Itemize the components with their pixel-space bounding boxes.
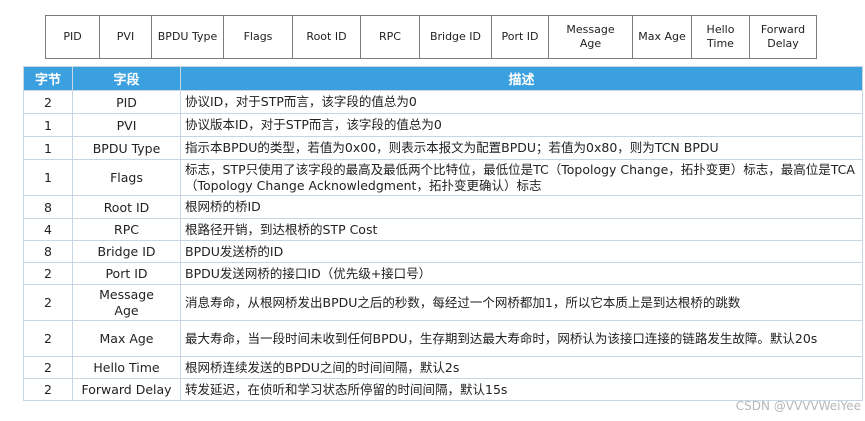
cell-bytes: 1	[23, 113, 73, 137]
cell-bytes: 2	[23, 284, 73, 321]
cell-field: Port ID	[72, 262, 181, 285]
strip-cell-forward-delay: Forward Delay	[760, 23, 806, 50]
header-description: 描述	[180, 66, 863, 91]
cell-bytes: 8	[23, 240, 73, 263]
strip-cell-bridge-id: Bridge ID	[420, 16, 492, 58]
cell-bytes: 4	[23, 218, 73, 241]
table-row: 1 Flags 标志，STP只使用了该字段的最高及最低两个比特位，最低位是TC（…	[23, 159, 863, 196]
strip-cell-pid: PID	[46, 16, 100, 58]
strip-cell-bpdu-type: BPDU Type	[152, 16, 224, 58]
bpdu-field-table: 字节 字段 描述 2 PID 协议ID，对于STP而言，该字段的值总为0 1 P…	[23, 66, 863, 401]
strip-cell-flags: Flags	[224, 16, 293, 58]
cell-description: BPDU发送桥的ID	[180, 240, 863, 263]
cell-field: Bridge ID	[72, 240, 181, 263]
cell-description: 转发延迟，在侦听和学习状态所停留的时间间隔，默认15s	[180, 378, 863, 401]
cell-field: BPDU Type	[72, 136, 181, 160]
table-row: 2 Max Age 最大寿命，当一段时间未收到任何BPDU，生存期到达最大寿命时…	[23, 320, 863, 357]
cell-description: 协议ID，对于STP而言，该字段的值总为0	[180, 90, 863, 114]
table-row: 1 BPDU Type 指示本BPDU的类型，若值为0x00，则表示本报文为配置…	[23, 136, 863, 160]
cell-description: 根网桥的桥ID	[180, 195, 863, 219]
cell-description: 根网桥连续发送的BPDU之间的时间间隔，默认2s	[180, 356, 863, 379]
strip-cell-port-id: Port ID	[492, 16, 549, 58]
header-bytes: 字节	[23, 66, 73, 91]
table-header-row: 字节 字段 描述	[23, 66, 863, 91]
table-row: 2 Hello Time 根网桥连续发送的BPDU之间的时间间隔，默认2s	[23, 356, 863, 379]
cell-description: 协议版本ID，对于STP而言，该字段的值总为0	[180, 113, 863, 137]
cell-field: Hello Time	[72, 356, 181, 379]
table-row: 2 Message Age 消息寿命，从根网桥发出BPDU之后的秒数，每经过一个…	[23, 284, 863, 321]
cell-field: PVI	[72, 113, 181, 137]
table-row: 8 Bridge ID BPDU发送桥的ID	[23, 240, 863, 263]
table-row: 4 RPC 根路径开销，到达根桥的STP Cost	[23, 218, 863, 241]
strip-cell-rpc: RPC	[361, 16, 420, 58]
strip-cell-root-id: Root ID	[293, 16, 361, 58]
csdn-watermark: CSDN @VVVVWeiYee	[735, 399, 861, 413]
cell-description: 消息寿命，从根网桥发出BPDU之后的秒数，每经过一个网桥都加1，所以它本质上是到…	[180, 284, 863, 321]
table-row: 2 Port ID BPDU发送网桥的接口ID（优先级+接口号）	[23, 262, 863, 285]
cell-bytes: 2	[23, 262, 73, 285]
strip-cell-max-age: Max Age	[633, 16, 692, 58]
cell-field: Max Age	[72, 320, 181, 357]
table-row: 2 Forward Delay 转发延迟，在侦听和学习状态所停留的时间间隔，默认…	[23, 378, 863, 401]
cell-field: Message Age	[72, 284, 181, 321]
cell-description: 最大寿命，当一段时间未收到任何BPDU，生存期到达最大寿命时，网桥认为该接口连接…	[180, 320, 863, 357]
cell-bytes: 2	[23, 320, 73, 357]
header-field: 字段	[72, 66, 181, 91]
cell-description: BPDU发送网桥的接口ID（优先级+接口号）	[180, 262, 863, 285]
strip-cell-pvi: PVI	[100, 16, 152, 58]
cell-field: Root ID	[72, 195, 181, 219]
cell-field: RPC	[72, 218, 181, 241]
strip-cell-hello-time: Hello Time	[692, 16, 750, 58]
bpdu-field-strip: PID PVI BPDU Type Flags Root ID RPC Brid…	[45, 15, 817, 59]
cell-description: 标志，STP只使用了该字段的最高及最低两个比特位，最低位是TC（Topology…	[180, 159, 863, 196]
cell-bytes: 1	[23, 159, 73, 196]
strip-cell-message-age: Message Age	[549, 16, 633, 58]
cell-description: 根路径开销，到达根桥的STP Cost	[180, 218, 863, 241]
cell-bytes: 1	[23, 136, 73, 160]
cell-bytes: 2	[23, 378, 73, 401]
cell-bytes: 8	[23, 195, 73, 219]
table-row: 8 Root ID 根网桥的桥ID	[23, 195, 863, 219]
cell-field: Forward Delay	[72, 378, 181, 401]
cell-field: Flags	[72, 159, 181, 196]
cell-bytes: 2	[23, 356, 73, 379]
cell-bytes: 2	[23, 90, 73, 114]
cell-description: 指示本BPDU的类型，若值为0x00，则表示本报文为配置BPDU；若值为0x80…	[180, 136, 863, 160]
table-row: 1 PVI 协议版本ID，对于STP而言，该字段的值总为0	[23, 113, 863, 137]
table-row: 2 PID 协议ID，对于STP而言，该字段的值总为0	[23, 90, 863, 114]
cell-field: PID	[72, 90, 181, 114]
